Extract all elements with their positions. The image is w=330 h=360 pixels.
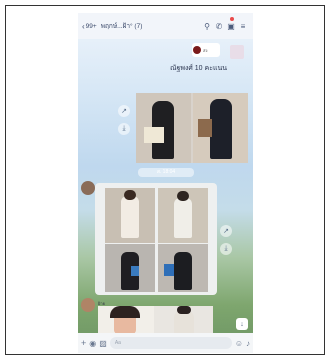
photo-album-message[interactable] xyxy=(95,183,217,295)
sticker-message[interactable] xyxy=(230,45,244,59)
sender-avatar[interactable] xyxy=(81,298,95,312)
sender-avatar[interactable] xyxy=(81,181,95,195)
album-photo[interactable] xyxy=(105,244,155,292)
album-photo[interactable] xyxy=(158,188,208,243)
date-divider: ส. 18:04 xyxy=(138,168,194,177)
phone-icon[interactable]: ✆ xyxy=(213,20,225,32)
album-photo[interactable] xyxy=(158,244,208,292)
note-icon[interactable]: ▣ xyxy=(225,20,237,32)
notification-badge xyxy=(230,17,234,21)
menu-icon[interactable]: ≡ xyxy=(237,20,249,32)
image-icon[interactable]: ▨ xyxy=(99,339,107,348)
emoji-icon[interactable]: ☺ xyxy=(235,339,243,348)
photo-message[interactable] xyxy=(98,306,213,334)
photo-message[interactable] xyxy=(136,93,248,163)
share-icon[interactable]: ↗ xyxy=(118,105,130,117)
album-photo[interactable] xyxy=(105,188,155,243)
share-icon[interactable]: ↗ xyxy=(220,225,232,237)
save-icon[interactable]: ⤓ xyxy=(118,123,130,135)
mic-icon[interactable]: ♪ xyxy=(246,339,250,348)
pinned-message[interactable]: ส่ง xyxy=(192,43,220,57)
unread-count: 99+ xyxy=(85,22,97,30)
plus-icon[interactable]: + xyxy=(81,338,86,348)
chat-header: ‹ 99+ พฤกษ์...ฝ้า° (7) ⚲ ✆ ▣ ≡ xyxy=(78,13,253,39)
message-composer: + ◉ ▨ Aa ☺ ♪ xyxy=(78,333,253,353)
chat-title[interactable]: พฤกษ์...ฝ้า° (7) xyxy=(101,21,201,31)
save-icon[interactable]: ⤓ xyxy=(220,243,232,255)
scroll-down-button[interactable]: ↓ xyxy=(236,318,248,330)
chat-screen: ‹ 99+ พฤกษ์...ฝ้า° (7) ⚲ ✆ ▣ ≡ ส่ง ณัฐพง… xyxy=(78,13,253,353)
camera-icon[interactable]: ◉ xyxy=(89,339,96,348)
pinned-avatar xyxy=(193,46,201,54)
pinned-label: ส่ง xyxy=(203,47,208,53)
chevron-left-icon[interactable]: ‹ xyxy=(82,22,85,31)
message-input[interactable]: Aa xyxy=(109,337,232,349)
poll-result-text: ณัฐพงศ์ 10 คะแนน xyxy=(170,65,228,72)
search-icon[interactable]: ⚲ xyxy=(201,20,213,32)
